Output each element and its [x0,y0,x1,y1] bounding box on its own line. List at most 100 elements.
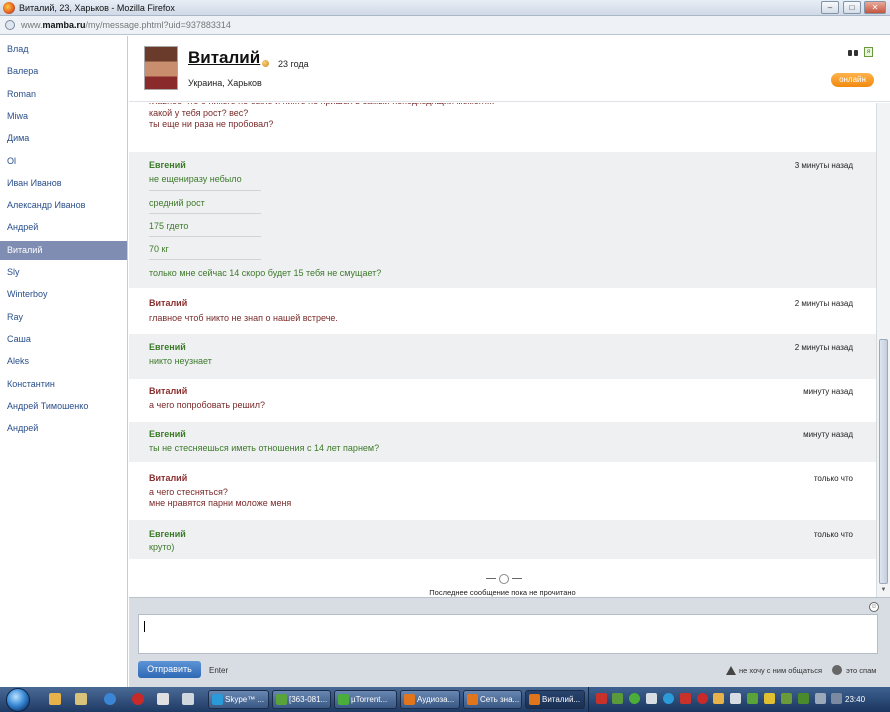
skype-tray-icon[interactable] [663,693,674,704]
sidebar-item[interactable]: Андрей [0,419,127,438]
site-icon [5,20,15,30]
sidebar-item[interactable]: Константин [0,375,127,394]
message-time: 2 минуты назад [794,299,853,308]
message-author[interactable]: Виталий [149,298,187,308]
taskbar-task[interactable]: Аудиоза... [400,690,460,709]
message-time: только что [813,474,853,483]
enter-hint: Enter [209,666,229,675]
message-item: Виталий минуту назад а чего попробовать ре… [129,379,876,422]
message-divider [149,236,261,237]
scrollbar-thumb[interactable] [879,339,888,584]
maximize-button[interactable]: □ [843,1,861,14]
sidebar-item[interactable]: Ray [0,308,127,327]
utorrent-tray-icon[interactable] [629,693,640,704]
media-player-icon[interactable] [49,693,61,705]
message-item: Евгений 2 минуты назад никто неузнает [129,334,876,379]
sidebar-item[interactable]: Виталий [0,240,127,260]
sidebar-item[interactable]: Влад [0,40,127,59]
message-text: ты не стесняешься иметь отношения с 14 л… [149,443,380,453]
message-text: а чего стесняться? [149,487,228,497]
sidebar-item[interactable]: Андрей Тимошенко [0,397,127,416]
tray-icon[interactable] [781,693,792,704]
opera-tray-icon[interactable] [697,693,708,704]
scroll-down-icon[interactable]: ▼ [879,587,888,595]
task-label: Виталий... [542,695,581,704]
message-item: окглавное что б никого не было и никто н… [129,103,876,151]
message-author[interactable]: Виталий [149,473,187,483]
message-text: 175 гдето [149,221,189,231]
taskbar-task[interactable]: µTorrent... [334,690,397,709]
sidebar-item[interactable]: Иван Иванов [0,174,127,193]
compose-area: ☺ Отправить Enter не хочу с ним общаться… [129,597,890,687]
profile-name[interactable]: Виталий [188,48,260,68]
sidebar-item[interactable]: Roman [0,85,127,104]
tray-icon[interactable] [730,693,741,704]
message-author[interactable]: Евгений [149,429,186,439]
desktop-icon[interactable] [182,693,194,705]
sidebar-item[interactable]: Андрей [0,218,127,237]
sidebar-item[interactable]: Валера [0,62,127,81]
speaker-tray-icon[interactable] [831,693,842,704]
smile-icon[interactable]: ☺ [869,602,879,612]
send-button[interactable]: Отправить [138,661,201,678]
taskbar-task[interactable]: Виталий... [525,690,585,709]
sidebar-item[interactable]: Ol [0,152,127,171]
tray-icon[interactable] [713,693,724,704]
close-button[interactable]: ✕ [864,1,886,14]
icq-tray-icon[interactable] [747,693,758,704]
folder-icon[interactable] [75,693,87,705]
taskbar-task[interactable]: [363-081... [272,690,331,709]
url-domain: mamba.ru [42,20,86,30]
message-text: главное чтоб никто не знап о нашей встре… [149,313,338,323]
tray-icon[interactable] [798,693,809,704]
window-titlebar: Виталий, 23, Харьков - Mozilla Firefox –… [0,0,890,16]
ie-icon[interactable] [104,693,116,705]
profile-header: Виталий 23 года Украина, Харьков я онлай… [129,36,890,102]
start-button[interactable] [6,688,30,712]
app-icon[interactable] [157,693,169,705]
report-spam-link[interactable]: это спам [846,666,876,675]
binoculars-icon[interactable] [848,48,858,56]
green-tray-icon[interactable] [612,693,623,704]
notes-icon[interactable]: я [864,47,873,57]
sidebar-item[interactable]: Александр Иванов [0,196,127,215]
block-contact-link[interactable]: не хочу с ним общаться [739,666,822,675]
minimize-button[interactable]: – [821,1,839,14]
message-text: круто) [149,542,175,552]
message-scrollbar[interactable]: ▼ [876,103,890,597]
tray-icon[interactable] [680,693,691,704]
message-text: главное что б никого не было и никто не … [149,103,494,106]
sidebar-item[interactable]: Дима [0,129,127,148]
url-text[interactable]: www.mamba.ru/my/message.phtml?uid=937883… [21,20,231,30]
tray-icon[interactable] [646,693,657,704]
taskbar-task[interactable]: Skype™ ... [208,690,269,709]
sidebar-item[interactable]: Sly [0,263,127,282]
message-text: только мне сейчас 14 скоро будет 15 тебя… [149,268,382,278]
taskbar-task[interactable]: Сеть зна... [463,690,522,709]
message-divider [149,190,261,191]
contacts-sidebar: Влад Валера Roman Miwa Дима Ol Иван Иванов Алек… [0,36,128,687]
message-input[interactable] [138,614,878,654]
message-text: никто неузнает [149,356,212,366]
message-divider [149,213,261,214]
sidebar-item[interactable]: Miwa [0,107,127,126]
sidebar-item[interactable]: Winterboy [0,285,127,304]
task-icon [276,694,287,705]
network-tray-icon[interactable] [815,693,826,704]
taskbar-clock[interactable]: 23:40 [845,695,865,704]
avatar[interactable] [144,46,178,90]
message-author[interactable]: Виталий [149,386,187,396]
sidebar-item[interactable]: Саша [0,330,127,349]
message-divider [149,259,261,260]
message-author[interactable]: Евгений [149,529,186,539]
message-item: Виталий 2 минуты назад главное чтоб никто … [129,288,876,334]
task-label: Skype™ ... [225,695,265,704]
tray-icon[interactable] [764,693,775,704]
acrobat-tray-icon[interactable] [596,693,607,704]
opera-icon[interactable] [132,693,144,705]
message-time: минуту назад [803,430,853,439]
message-author[interactable]: Евгений [149,342,186,352]
message-author[interactable]: Евгений [149,160,186,170]
sidebar-item[interactable]: Aleks [0,352,127,371]
address-bar[interactable]: www.mamba.ru/my/message.phtml?uid=937883… [0,16,890,35]
